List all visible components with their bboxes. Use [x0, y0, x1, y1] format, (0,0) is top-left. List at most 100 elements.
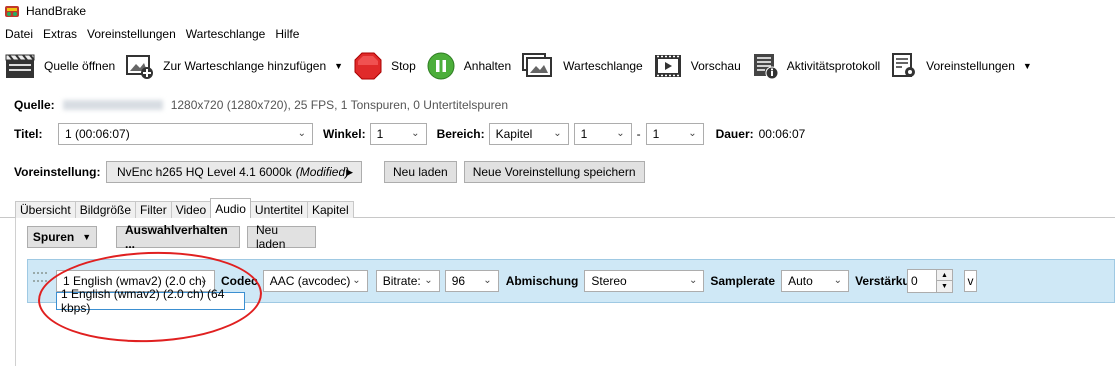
menu-datei[interactable]: Datei	[0, 27, 38, 41]
chevron-down-icon: ⌄	[553, 128, 562, 139]
stop-label: Stop	[391, 59, 416, 73]
samplerate-select[interactable]: Auto ⌄	[781, 270, 850, 292]
angle-select[interactable]: 1 ⌄	[369, 123, 427, 145]
preset-modified: (Modified)	[295, 165, 350, 179]
chevron-down-icon: ⌄	[616, 128, 625, 139]
mixdown-select[interactable]: Stereo ⌄	[584, 270, 705, 292]
pause-icon	[427, 52, 455, 80]
range-end-value: 1	[652, 127, 660, 141]
range-type-select[interactable]: Kapitel ⌄	[488, 123, 569, 145]
audio-source-dropdown-option[interactable]: 1 English (wmav2) (2.0 ch) (64 kbps)	[56, 287, 245, 315]
samplerate-value: Auto	[788, 274, 813, 288]
codec-value: AAC (avcodec)	[269, 274, 351, 288]
preset-name: NvEnc h265 HQ Level 4.1 6000k	[117, 165, 292, 179]
tab-picture-size[interactable]: Bildgröße	[74, 201, 137, 218]
chevron-down-icon[interactable]: ▼	[1023, 61, 1032, 71]
save-new-preset-button[interactable]: Neue Voreinstellung speichern	[463, 161, 645, 183]
tracks-button-label: Spuren	[32, 230, 75, 244]
handbrake-logo-icon	[5, 6, 19, 17]
source-filename-redacted	[62, 100, 163, 110]
chevron-down-icon: ⌄	[688, 275, 698, 286]
queue-button[interactable]: Warteschlange	[517, 48, 647, 84]
expand-track-button[interactable]: v	[964, 270, 977, 292]
toolbar: Quelle öffnen Zur Warteschlange hinzufüg…	[0, 46, 1115, 86]
tab-subtitles[interactable]: Untertitel	[249, 201, 308, 218]
activity-log-icon	[753, 54, 779, 80]
add-to-queue-label: Zur Warteschlange hinzufügen	[163, 59, 327, 73]
reload-preset-button[interactable]: Neu laden	[384, 161, 457, 183]
chevron-down-icon: ⌄	[411, 128, 420, 139]
duration-label: Dauer:	[715, 127, 754, 141]
open-source-label: Quelle öffnen	[44, 59, 116, 73]
tab-filter[interactable]: Filter	[135, 201, 172, 218]
title-select-value: 1 (00:06:07)	[65, 127, 130, 141]
presets-button[interactable]: Voreinstellungen ▼	[886, 48, 1036, 84]
add-to-queue-button[interactable]: Zur Warteschlange hinzufügen ▼	[121, 48, 347, 84]
angle-select-value: 1	[376, 127, 384, 141]
source-label: Quelle:	[14, 98, 55, 112]
menu-hilfe[interactable]: Hilfe	[270, 27, 304, 41]
window-title: HandBrake	[26, 4, 87, 18]
chevron-down-icon: ⌄	[688, 128, 697, 139]
bitrate-select[interactable]: 96 ⌄	[444, 270, 499, 292]
chevron-down-icon: ▼	[82, 232, 92, 242]
codec-select[interactable]: AAC (avcodec) ⌄	[262, 270, 368, 292]
stepper-up-icon[interactable]: ▲	[936, 270, 952, 281]
menu-extras[interactable]: Extras	[38, 27, 82, 41]
title-bar: HandBrake	[0, 0, 1115, 22]
preset-label: Voreinstellung:	[14, 165, 101, 179]
pause-button[interactable]: Anhalten	[422, 48, 515, 84]
source-info: 1280x720 (1280x720), 25 FPS, 1 Tonspuren…	[170, 98, 509, 112]
title-label: Titel:	[14, 127, 43, 141]
audio-toolbar: Spuren ▼ Auswahlverhalten ... Neu laden	[27, 223, 316, 251]
tab-chapters[interactable]: Kapitel	[306, 201, 354, 218]
tab-overview[interactable]: Übersicht	[15, 201, 76, 218]
open-source-button[interactable]: Quelle öffnen	[0, 48, 119, 84]
codec-label: Codec	[221, 274, 258, 288]
activity-log-button[interactable]: Aktivitätsprotokoll	[747, 48, 884, 84]
range-type-value: Kapitel	[495, 127, 533, 141]
range-end-select[interactable]: 1 ⌄	[645, 123, 704, 145]
duration-value: 00:06:07	[758, 127, 806, 141]
title-row: Titel: 1 (00:06:07) ⌄ Winkel: 1 ⌄ Bereic…	[14, 122, 805, 146]
film-preview-icon	[654, 55, 681, 77]
chevron-down-icon: ⌄	[352, 275, 361, 286]
queue-label: Warteschlange	[563, 59, 643, 73]
range-start-value: 1	[580, 127, 588, 141]
menu-bar: Datei Extras Voreinstellungen Warteschla…	[0, 24, 304, 44]
mixdown-label: Abmischung	[505, 274, 579, 288]
bitrate-mode-select[interactable]: Bitrate: ⌄	[375, 270, 440, 292]
audio-reload-button[interactable]: Neu laden	[247, 223, 316, 251]
presets-settings-icon	[892, 53, 916, 77]
range-label: Bereich:	[436, 127, 485, 141]
angle-label: Winkel:	[323, 127, 366, 141]
tab-video[interactable]: Video	[170, 201, 212, 218]
chevron-down-icon: ⌄	[297, 128, 306, 139]
title-select[interactable]: 1 (00:06:07) ⌄	[58, 123, 313, 145]
chevron-down-icon: ⌄	[424, 275, 433, 286]
range-start-select[interactable]: 1 ⌄	[573, 123, 632, 145]
drag-handle-icon[interactable]	[33, 272, 47, 282]
menu-voreinstellungen[interactable]: Voreinstellungen	[82, 27, 181, 41]
tab-audio[interactable]: Audio	[210, 198, 251, 218]
chevron-down-icon: ⌄	[199, 275, 208, 286]
add-picture-icon	[126, 55, 154, 79]
chevron-down-icon: ⌄	[483, 275, 492, 286]
chevron-right-icon: ▶	[346, 166, 353, 177]
gain-stepper[interactable]: 0 ▲ ▼	[907, 269, 953, 293]
preview-button[interactable]: Vorschau	[649, 48, 745, 84]
presets-label: Voreinstellungen	[926, 59, 1015, 73]
menu-warteschlange[interactable]: Warteschlange	[181, 27, 271, 41]
preset-selector[interactable]: NvEnc h265 HQ Level 4.1 6000k (Modified)…	[106, 161, 362, 183]
stop-button[interactable]: Stop	[349, 48, 420, 84]
gain-value: 0	[911, 274, 918, 288]
tab-bar: Übersicht Bildgröße Filter Video Audio U…	[15, 198, 354, 218]
tracks-button[interactable]: Spuren ▼	[27, 226, 97, 248]
stepper-down-icon[interactable]: ▼	[936, 281, 952, 292]
selection-behavior-button[interactable]: Auswahlverhalten ...	[116, 223, 240, 251]
chevron-down-icon[interactable]: ▼	[334, 61, 343, 71]
bitrate-value: 96	[451, 274, 466, 288]
activity-log-label: Aktivitätsprotokoll	[786, 59, 881, 73]
source-row: Quelle: 1280x720 (1280x720), 25 FPS, 1 T…	[14, 96, 508, 114]
pause-label: Anhalten	[463, 59, 512, 73]
